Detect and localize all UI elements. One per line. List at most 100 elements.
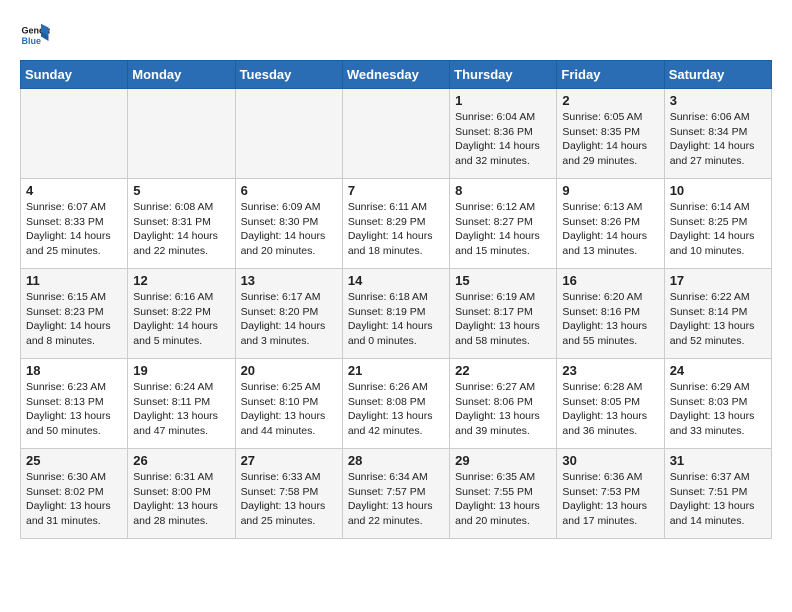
calendar-cell: 28 Sunrise: 6:34 AM Sunset: 7:57 PM Dayli…: [342, 449, 449, 539]
day-number: 4: [26, 183, 122, 198]
weekday-header-saturday: Saturday: [664, 61, 771, 89]
day-info: Sunrise: 6:25 AM Sunset: 8:10 PM Dayligh…: [241, 380, 337, 439]
calendar-cell: 18 Sunrise: 6:23 AM Sunset: 8:13 PM Dayli…: [21, 359, 128, 449]
logo: General Blue: [20, 20, 54, 50]
calendar-week-3: 11 Sunrise: 6:15 AM Sunset: 8:23 PM Dayli…: [21, 269, 772, 359]
calendar-cell: 6 Sunrise: 6:09 AM Sunset: 8:30 PM Daylig…: [235, 179, 342, 269]
calendar-cell: 2Sunrise: 6:05 AM Sunset: 8:35 PM Daylig…: [557, 89, 664, 179]
day-number: 30: [562, 453, 658, 468]
weekday-header-monday: Monday: [128, 61, 235, 89]
calendar-cell: 17Sunrise: 6:22 AM Sunset: 8:14 PM Dayli…: [664, 269, 771, 359]
day-info: Sunrise: 6:31 AM Sunset: 8:00 PM Dayligh…: [133, 470, 229, 529]
calendar-cell: [21, 89, 128, 179]
day-number: 26: [133, 453, 229, 468]
day-number: 8: [455, 183, 551, 198]
day-info: Sunrise: 6:34 AM Sunset: 7:57 PM Dayligh…: [348, 470, 444, 529]
day-info: Sunrise: 6:27 AM Sunset: 8:06 PM Dayligh…: [455, 380, 551, 439]
day-number: 22: [455, 363, 551, 378]
weekday-header-tuesday: Tuesday: [235, 61, 342, 89]
calendar-cell: 15 Sunrise: 6:19 AM Sunset: 8:17 PM Dayli…: [450, 269, 557, 359]
calendar-cell: 14 Sunrise: 6:18 AM Sunset: 8:19 PM Dayli…: [342, 269, 449, 359]
day-info: Sunrise: 6:14 AM Sunset: 8:25 PM Dayligh…: [670, 200, 766, 259]
weekday-header-thursday: Thursday: [450, 61, 557, 89]
calendar-cell: 16 Sunrise: 6:20 AM Sunset: 8:16 PM Dayli…: [557, 269, 664, 359]
day-number: 23: [562, 363, 658, 378]
day-number: 15: [455, 273, 551, 288]
calendar-cell: 1Sunrise: 6:04 AM Sunset: 8:36 PM Daylig…: [450, 89, 557, 179]
day-number: 20: [241, 363, 337, 378]
day-info: Sunrise: 6:23 AM Sunset: 8:13 PM Dayligh…: [26, 380, 122, 439]
calendar-cell: 8 Sunrise: 6:12 AM Sunset: 8:27 PM Daylig…: [450, 179, 557, 269]
weekday-header-friday: Friday: [557, 61, 664, 89]
calendar-week-5: 25 Sunrise: 6:30 AM Sunset: 8:02 PM Dayli…: [21, 449, 772, 539]
day-number: 5: [133, 183, 229, 198]
calendar-cell: [342, 89, 449, 179]
calendar-week-2: 4Sunrise: 6:07 AM Sunset: 8:33 PM Daylig…: [21, 179, 772, 269]
day-info: Sunrise: 6:36 AM Sunset: 7:53 PM Dayligh…: [562, 470, 658, 529]
page-header: General Blue: [20, 20, 772, 50]
day-number: 6: [241, 183, 337, 198]
day-number: 7: [348, 183, 444, 198]
day-info: Sunrise: 6:06 AM Sunset: 8:34 PM Dayligh…: [670, 110, 766, 169]
day-number: 14: [348, 273, 444, 288]
day-info: Sunrise: 6:16 AM Sunset: 8:22 PM Dayligh…: [133, 290, 229, 349]
calendar-cell: 5 Sunrise: 6:08 AM Sunset: 8:31 PM Daylig…: [128, 179, 235, 269]
day-info: Sunrise: 6:11 AM Sunset: 8:29 PM Dayligh…: [348, 200, 444, 259]
day-info: Sunrise: 6:29 AM Sunset: 8:03 PM Dayligh…: [670, 380, 766, 439]
calendar-cell: 29 Sunrise: 6:35 AM Sunset: 7:55 PM Dayli…: [450, 449, 557, 539]
day-number: 10: [670, 183, 766, 198]
calendar-cell: [235, 89, 342, 179]
day-info: Sunrise: 6:30 AM Sunset: 8:02 PM Dayligh…: [26, 470, 122, 529]
calendar-week-1: 1Sunrise: 6:04 AM Sunset: 8:36 PM Daylig…: [21, 89, 772, 179]
day-number: 28: [348, 453, 444, 468]
calendar-cell: 19 Sunrise: 6:24 AM Sunset: 8:11 PM Dayli…: [128, 359, 235, 449]
calendar-cell: 11 Sunrise: 6:15 AM Sunset: 8:23 PM Dayli…: [21, 269, 128, 359]
day-number: 19: [133, 363, 229, 378]
calendar-cell: 9 Sunrise: 6:13 AM Sunset: 8:26 PM Daylig…: [557, 179, 664, 269]
calendar-cell: 22 Sunrise: 6:27 AM Sunset: 8:06 PM Dayli…: [450, 359, 557, 449]
day-info: Sunrise: 6:12 AM Sunset: 8:27 PM Dayligh…: [455, 200, 551, 259]
day-info: Sunrise: 6:15 AM Sunset: 8:23 PM Dayligh…: [26, 290, 122, 349]
day-number: 13: [241, 273, 337, 288]
svg-text:Blue: Blue: [22, 36, 42, 46]
weekday-header-row: SundayMondayTuesdayWednesdayThursdayFrid…: [21, 61, 772, 89]
calendar-cell: 27Sunrise: 6:33 AM Sunset: 7:58 PM Dayli…: [235, 449, 342, 539]
calendar-cell: [128, 89, 235, 179]
day-number: 21: [348, 363, 444, 378]
day-number: 11: [26, 273, 122, 288]
day-info: Sunrise: 6:20 AM Sunset: 8:16 PM Dayligh…: [562, 290, 658, 349]
day-info: Sunrise: 6:13 AM Sunset: 8:26 PM Dayligh…: [562, 200, 658, 259]
day-number: 2: [562, 93, 658, 108]
day-number: 17: [670, 273, 766, 288]
logo-icon: General Blue: [20, 20, 50, 50]
weekday-header-sunday: Sunday: [21, 61, 128, 89]
calendar-cell: 26 Sunrise: 6:31 AM Sunset: 8:00 PM Dayli…: [128, 449, 235, 539]
day-number: 12: [133, 273, 229, 288]
calendar-cell: 10 Sunrise: 6:14 AM Sunset: 8:25 PM Dayli…: [664, 179, 771, 269]
calendar-cell: 21Sunrise: 6:26 AM Sunset: 8:08 PM Dayli…: [342, 359, 449, 449]
day-info: Sunrise: 6:17 AM Sunset: 8:20 PM Dayligh…: [241, 290, 337, 349]
weekday-header-wednesday: Wednesday: [342, 61, 449, 89]
calendar-cell: 7 Sunrise: 6:11 AM Sunset: 8:29 PM Daylig…: [342, 179, 449, 269]
day-info: Sunrise: 6:24 AM Sunset: 8:11 PM Dayligh…: [133, 380, 229, 439]
calendar-cell: 12 Sunrise: 6:16 AM Sunset: 8:22 PM Dayli…: [128, 269, 235, 359]
calendar-cell: 23 Sunrise: 6:28 AM Sunset: 8:05 PM Dayli…: [557, 359, 664, 449]
day-info: Sunrise: 6:28 AM Sunset: 8:05 PM Dayligh…: [562, 380, 658, 439]
day-info: Sunrise: 6:35 AM Sunset: 7:55 PM Dayligh…: [455, 470, 551, 529]
day-number: 24: [670, 363, 766, 378]
day-number: 1: [455, 93, 551, 108]
day-info: Sunrise: 6:09 AM Sunset: 8:30 PM Dayligh…: [241, 200, 337, 259]
day-info: Sunrise: 6:19 AM Sunset: 8:17 PM Dayligh…: [455, 290, 551, 349]
day-info: Sunrise: 6:08 AM Sunset: 8:31 PM Dayligh…: [133, 200, 229, 259]
day-info: Sunrise: 6:18 AM Sunset: 8:19 PM Dayligh…: [348, 290, 444, 349]
calendar-cell: 25 Sunrise: 6:30 AM Sunset: 8:02 PM Dayli…: [21, 449, 128, 539]
day-number: 16: [562, 273, 658, 288]
day-number: 27: [241, 453, 337, 468]
day-number: 29: [455, 453, 551, 468]
calendar-cell: 3Sunrise: 6:06 AM Sunset: 8:34 PM Daylig…: [664, 89, 771, 179]
calendar-cell: 13 Sunrise: 6:17 AM Sunset: 8:20 PM Dayli…: [235, 269, 342, 359]
day-number: 18: [26, 363, 122, 378]
day-number: 25: [26, 453, 122, 468]
calendar-cell: 4Sunrise: 6:07 AM Sunset: 8:33 PM Daylig…: [21, 179, 128, 269]
day-number: 9: [562, 183, 658, 198]
